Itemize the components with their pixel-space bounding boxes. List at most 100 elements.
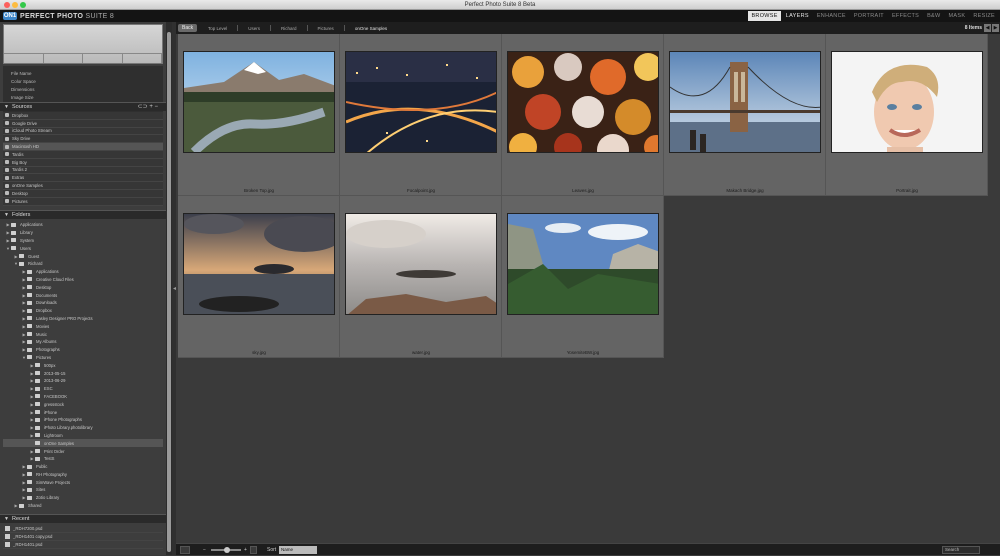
next-arrow-icon[interactable]: ▶	[992, 24, 999, 32]
source-item[interactable]: Macintosh HD	[3, 143, 163, 151]
sources-header[interactable]: ▼ Sources ⊂⊃ + −	[0, 102, 166, 111]
source-item[interactable]: Desktop	[3, 189, 163, 198]
folder-item[interactable]: ▶ Lightroom	[3, 432, 163, 440]
folder-item[interactable]: ▶ Guest	[3, 252, 163, 260]
thumbnail-cell[interactable]: Portrait.jpg	[826, 34, 988, 196]
module-tab-portrait[interactable]: PORTRAIT	[851, 11, 887, 21]
collapse-triangle-icon[interactable]: ▼	[4, 103, 9, 112]
folder-item[interactable]: ▶ Dropbox	[3, 307, 163, 315]
search-input[interactable]: Search	[942, 546, 980, 554]
thumbnail-cell[interactable]: Leaves.jpg	[502, 34, 664, 196]
module-tab-layers[interactable]: LAYERS	[783, 11, 812, 21]
collapse-panel-icon[interactable]: ◂	[173, 285, 176, 292]
thumbnail-image[interactable]	[183, 51, 335, 153]
collapse-triangle-icon[interactable]: ▼	[4, 211, 9, 220]
back-button[interactable]: Back	[178, 24, 198, 32]
folder-item[interactable]: ▶ Creative Cloud Files	[3, 276, 163, 284]
thumbnail-cell[interactable]: Focalpoint.jpg	[340, 34, 502, 196]
breadcrumb-item[interactable]: onOne Samples	[355, 26, 387, 31]
folder-item[interactable]: ▶ iPhone Photographs	[3, 416, 163, 424]
thumbnail-image[interactable]	[507, 213, 659, 315]
folders-header[interactable]: ▼ Folders	[0, 210, 166, 219]
breadcrumb-item[interactable]: Richard	[281, 26, 297, 31]
folder-item[interactable]: ▼ Users	[3, 244, 163, 252]
thumbnail-cell[interactable]: Broken Top.jpg	[178, 34, 340, 196]
source-item[interactable]: Dropbox	[3, 112, 163, 120]
breadcrumb-item[interactable]: Top Level	[208, 26, 227, 31]
folder-item[interactable]: ▶ Shared	[3, 502, 163, 510]
thumbnail-image[interactable]	[183, 213, 335, 315]
sources-tools[interactable]: ⊂⊃ + −	[138, 103, 158, 112]
folder-item[interactable]: ▶ FACEBOOK	[3, 393, 163, 401]
source-item[interactable]: iCloud Photo Stream	[3, 127, 163, 136]
folder-item[interactable]: ▶ Documents	[3, 291, 163, 299]
folder-item[interactable]: ▶ gressstock	[3, 400, 163, 408]
recent-item[interactable]: _RDH1401 copy.psd	[3, 533, 163, 541]
scrollbar-thumb[interactable]	[167, 32, 171, 552]
folder-item[interactable]: ▶ Photographs	[3, 346, 163, 354]
folder-item[interactable]: ▶ iPhoto Library.photolibrary	[3, 424, 163, 432]
breadcrumb-item[interactable]: Pictures	[318, 26, 334, 31]
folder-item[interactable]: ▶ Lasley Designer PRO Projects	[3, 315, 163, 323]
folder-item[interactable]: ▶ Movies	[3, 322, 163, 330]
folder-item[interactable]: ▶ Zotio Library	[3, 494, 163, 502]
module-tab-resize[interactable]: RESIZE	[970, 11, 998, 21]
sort-select[interactable]: Name	[279, 546, 317, 554]
folder-item[interactable]: ▶ ESC	[3, 385, 163, 393]
module-tab-mask[interactable]: MASK	[946, 11, 969, 21]
folder-item[interactable]: ▶ Desktop	[3, 283, 163, 291]
module-tab-enhance[interactable]: ENHANCE	[814, 11, 849, 21]
folder-item[interactable]: ▶ System	[3, 237, 163, 245]
recent-item[interactable]: _RDH1401.psd	[3, 541, 163, 549]
source-item[interactable]: Extras	[3, 174, 163, 183]
folder-item[interactable]: ▶ Applications	[3, 221, 163, 229]
source-item[interactable]: Tardis 2	[3, 166, 163, 175]
zoom-out-icon[interactable]: −	[203, 544, 206, 556]
folder-item[interactable]: ▶ Applications	[3, 268, 163, 276]
folder-item[interactable]: ▶ Public	[3, 463, 163, 471]
source-item[interactable]: Big Boy	[3, 158, 163, 167]
thumbnail-cell[interactable]: YosemiteBW.jpg	[502, 196, 664, 358]
source-item[interactable]: onOne Samples	[3, 182, 163, 190]
folder-item[interactable]: ▶ Print Order	[3, 447, 163, 455]
source-item[interactable]: Google Drive	[3, 119, 163, 128]
source-item[interactable]: Pictures	[3, 197, 163, 206]
folder-item[interactable]: ▼ Richard	[3, 260, 163, 268]
source-item[interactable]: Sky Drive	[3, 135, 163, 144]
folder-item[interactable]: ▶ My Albums	[3, 338, 163, 346]
breadcrumb-item[interactable]: Users	[248, 26, 260, 31]
folder-item[interactable]: onOne Samples	[3, 439, 163, 448]
slider-knob[interactable]	[224, 547, 230, 553]
module-tab-browse[interactable]: BROWSE	[748, 11, 781, 21]
thumbnail-cell[interactable]: sky.jpg	[178, 196, 340, 358]
collapse-triangle-icon[interactable]: ▼	[4, 515, 9, 524]
folder-item[interactable]: ▶ Downloads	[3, 299, 163, 307]
module-tab-bw[interactable]: B&W	[924, 11, 943, 21]
module-tab-effects[interactable]: EFFECTS	[889, 11, 922, 21]
folder-item[interactable]: ▶ iPhone	[3, 408, 163, 416]
grid-view-button[interactable]	[180, 546, 190, 554]
thumbnail-image[interactable]	[507, 51, 659, 153]
recent-header[interactable]: ▼ Recent	[0, 514, 166, 523]
zoom-in-icon[interactable]: +	[244, 544, 247, 556]
thumbnail-image[interactable]	[669, 51, 821, 153]
folder-item[interactable]: ▶ RH Photography	[3, 471, 163, 479]
thumbnail-image[interactable]	[831, 51, 983, 153]
recent-item[interactable]: _RDH7200.psd	[3, 525, 163, 533]
thumbnail-image[interactable]	[345, 213, 497, 315]
source-item[interactable]: Tardis	[3, 150, 163, 159]
thumbnail-cell[interactable]: Makach Bridge.jpg	[664, 34, 826, 196]
previous-arrow-icon[interactable]: ◀	[984, 24, 991, 32]
folder-item[interactable]: ▶ 2013-05-15	[3, 369, 163, 377]
folder-item[interactable]: ▶ TestS	[3, 455, 163, 463]
folder-item[interactable]: ▼ Pictures	[3, 354, 163, 362]
thumbnail-image[interactable]	[345, 51, 497, 153]
folder-item[interactable]: ▶ SimWave Projects	[3, 478, 163, 486]
folder-item[interactable]: ▶ Music	[3, 330, 163, 338]
thumbnail-cell[interactable]: water.jpg	[340, 196, 502, 358]
folder-item[interactable]: ▶ Library	[3, 229, 163, 237]
folder-item[interactable]: ▶ Sites	[3, 486, 163, 494]
folder-item[interactable]: ▶ 2013-06-29	[3, 377, 163, 385]
list-view-button[interactable]	[250, 546, 257, 554]
folder-item[interactable]: ▶ 500px	[3, 361, 163, 369]
